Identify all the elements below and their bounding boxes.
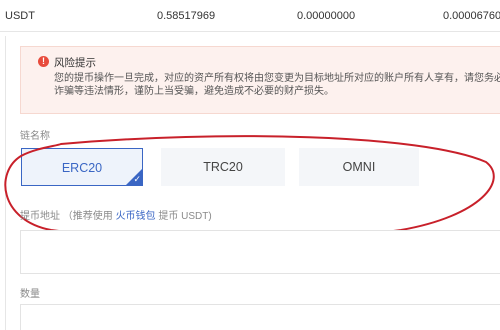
frozen-balance: 0.00000000 (297, 10, 356, 22)
alert-text-line2: 诈骗等违法情形，谨防上当受骗，避免造成不必要的财产损失。 (54, 86, 334, 97)
available-balance: 0.58517969 (157, 10, 216, 22)
address-input[interactable] (20, 230, 500, 274)
check-icon: ✓ (133, 174, 141, 184)
quantity-label: 数量 (20, 289, 40, 300)
coin-name: USDT (5, 10, 35, 22)
exclamation-icon: ! (38, 56, 49, 67)
total-balance: 0.00006760 (443, 10, 500, 22)
chain-option-label: ERC20 (61, 161, 103, 175)
chain-label: 链名称 (20, 131, 50, 142)
chain-option-erc20[interactable]: ERC20 ✓ (21, 148, 143, 186)
quantity-input[interactable] (20, 304, 500, 330)
risk-alert: ! 风险提示 您的提币操作一旦完成，对应的资产所有权将由您变更为目标地址所对应的… (20, 46, 500, 114)
withdraw-panel: ! 风险提示 您的提币操作一旦完成，对应的资产所有权将由您变更为目标地址所对应的… (4, 36, 500, 330)
address-label: 提币地址 （推荐使用 火币钱包 提币 USDT) (20, 207, 212, 222)
huobi-wallet-link[interactable]: 火币钱包 (116, 211, 156, 222)
chain-option-label: TRC20 (203, 160, 243, 174)
address-label-suffix: 提币 USDT) (155, 211, 212, 222)
address-label-prefix: 提币地址 （推荐使用 (20, 211, 116, 222)
chain-option-trc20[interactable]: TRC20 (161, 148, 285, 186)
balance-row: USDT 0.58517969 0.00000000 0.00006760 (0, 0, 500, 32)
chain-option-label: OMNI (342, 160, 376, 174)
alert-title: 风险提示 (54, 57, 96, 69)
chain-option-omni[interactable]: OMNI (299, 148, 419, 186)
